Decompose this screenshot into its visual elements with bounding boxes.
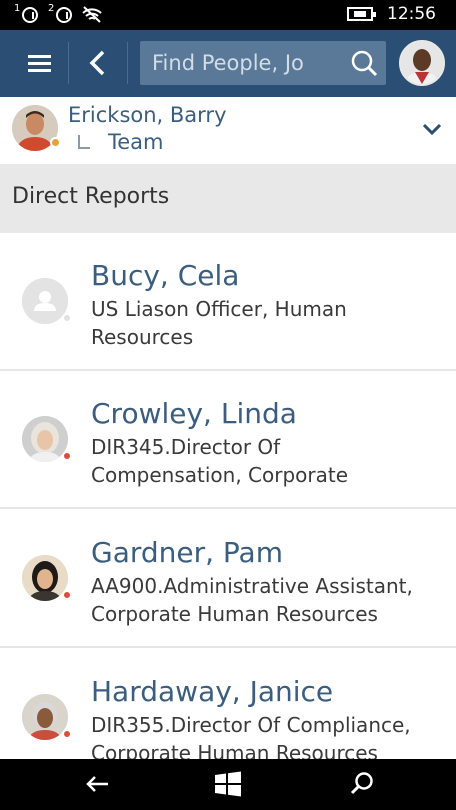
presence-dot bbox=[50, 137, 61, 148]
presence-dot bbox=[62, 729, 72, 739]
clock: 12:56 bbox=[387, 4, 436, 24]
search-box[interactable] bbox=[140, 41, 386, 85]
person-title: US Liason Officer, Human Resources bbox=[91, 297, 347, 349]
list-item[interactable]: Hardaway, Janice DIR355.Director Of Comp… bbox=[0, 649, 456, 759]
wifi-icon bbox=[82, 5, 102, 23]
status-bar: 1 2 12:56 bbox=[0, 0, 456, 30]
person-name: Gardner, Pam bbox=[91, 536, 283, 569]
person-name: Bucy, Cela bbox=[91, 259, 240, 292]
person-title: DIR355.Director Of Compliance, Corporate… bbox=[91, 713, 411, 759]
status-icons-right: 12:56 bbox=[347, 4, 436, 24]
list-item[interactable]: Gardner, Pam AA900.Administrative Assist… bbox=[0, 510, 456, 648]
system-nav-bar bbox=[0, 759, 456, 810]
search-input[interactable] bbox=[152, 47, 342, 79]
search-icon[interactable] bbox=[350, 49, 378, 77]
list-item[interactable]: Crowley, Linda DIR345.Director Of Compen… bbox=[0, 371, 456, 509]
back-arrow-icon[interactable] bbox=[86, 50, 110, 76]
manager-row[interactable]: Erickson, Barry Team bbox=[0, 97, 456, 164]
presence-dot bbox=[62, 313, 72, 323]
section-header: Direct Reports bbox=[0, 164, 456, 233]
hamburger-icon[interactable] bbox=[28, 55, 51, 72]
current-user-avatar[interactable] bbox=[399, 40, 445, 86]
battery-charging-icon bbox=[347, 7, 376, 21]
section-title: Direct Reports bbox=[12, 184, 170, 209]
signal-sim1-icon: 1 bbox=[14, 3, 38, 23]
status-icons-left: 1 2 bbox=[14, 3, 102, 23]
person-title: DIR345.Director Of Compensation, Corpora… bbox=[91, 435, 349, 487]
direct-reports-list: Bucy, Cela US Liason Officer, Human Reso… bbox=[0, 233, 456, 759]
presence-dot bbox=[62, 590, 72, 600]
team-label: Team bbox=[108, 130, 164, 154]
app-header bbox=[0, 30, 456, 97]
chevron-down-icon[interactable] bbox=[422, 121, 442, 136]
presence-dot bbox=[62, 451, 72, 461]
search-icon[interactable] bbox=[347, 769, 377, 799]
windows-start-icon[interactable] bbox=[213, 769, 243, 799]
person-name: Hardaway, Janice bbox=[91, 675, 334, 708]
manager-name: Erickson, Barry bbox=[68, 103, 227, 127]
header-divider bbox=[68, 42, 69, 84]
person-name: Crowley, Linda bbox=[91, 397, 297, 430]
team-branch-icon bbox=[78, 135, 90, 149]
signal-sim2-icon: 2 bbox=[48, 3, 72, 23]
person-title: AA900.Administrative Assistant, Corporat… bbox=[91, 574, 413, 626]
back-icon[interactable] bbox=[82, 769, 112, 799]
list-item[interactable]: Bucy, Cela US Liason Officer, Human Reso… bbox=[0, 233, 456, 371]
header-divider bbox=[127, 42, 128, 84]
